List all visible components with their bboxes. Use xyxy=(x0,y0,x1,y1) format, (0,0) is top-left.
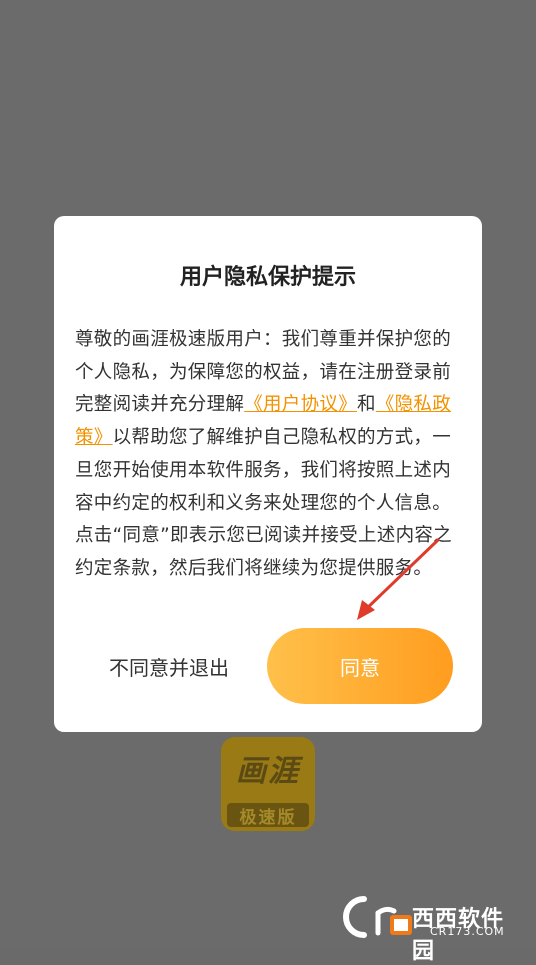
user-agreement-link[interactable]: 《用户协议》 xyxy=(244,394,357,415)
decline-exit-button[interactable]: 不同意并退出 xyxy=(94,628,244,704)
watermark-subtext: CR173.COM xyxy=(430,925,505,938)
app-logo-name: 画涯 xyxy=(236,754,300,789)
screen-overlay: 画涯 极速版 用户隐私保护提示 尊敬的画涯极速版用户：我们尊重并保护您的个人隐私… xyxy=(0,0,536,964)
body-text-and: 和 xyxy=(357,394,376,416)
privacy-dialog: 用户隐私保护提示 尊敬的画涯极速版用户：我们尊重并保护您的个人隐私，为保障您的权… xyxy=(54,216,482,732)
body-text-rest: 以帮助您了解维护自己隐私权的方式，一旦您开始使用本软件服务，我们将按照上述内容中… xyxy=(75,427,452,579)
watermark-logo-icon xyxy=(343,896,412,938)
agree-button[interactable]: 同意 xyxy=(267,628,453,704)
app-logo: 画涯 极速版 xyxy=(221,737,315,831)
dialog-title: 用户隐私保护提示 xyxy=(179,265,356,290)
dialog-body: 尊敬的画涯极速版用户：我们尊重并保护您的个人隐私，为保障您的权益，请在注册登录前… xyxy=(75,324,463,586)
app-logo-edition: 极速版 xyxy=(227,803,309,828)
watermark: 西西软件园 CR173.COM xyxy=(334,893,524,964)
